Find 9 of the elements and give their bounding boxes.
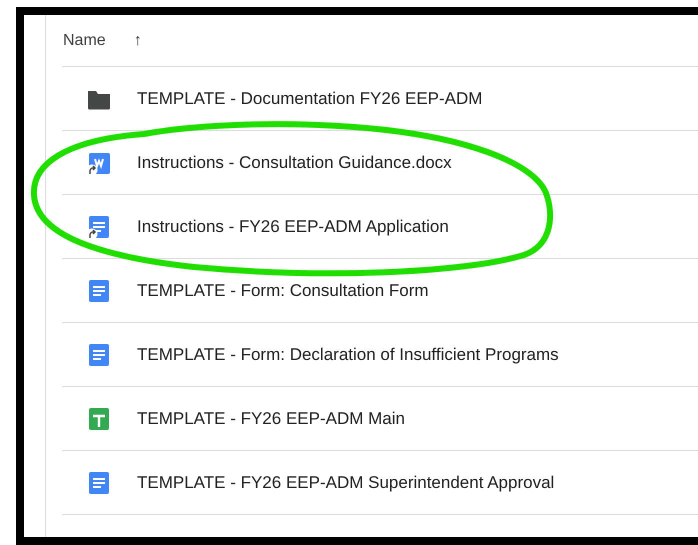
file-name[interactable]: TEMPLATE - FY26 EEP-ADM Main xyxy=(137,406,405,432)
file-name[interactable]: TEMPLATE - Form: Declaration of Insufficient Programs xyxy=(137,342,559,368)
sort-arrow[interactable]: ↑ xyxy=(134,28,142,52)
file-name[interactable]: Instructions - FY26 EEP-ADM Application xyxy=(137,214,449,240)
file-name[interactable]: Instructions - Consultation Guidance.docx xyxy=(137,150,452,176)
file-name[interactable]: TEMPLATE - Documentation FY26 EEP-ADM xyxy=(137,86,482,112)
file-name[interactable]: TEMPLATE - FY26 EEP-ADM Superintendent Approval xyxy=(137,470,554,496)
column-header[interactable]: Name xyxy=(63,28,106,52)
file-name[interactable]: TEMPLATE - Form: Consultation Form xyxy=(137,278,429,304)
